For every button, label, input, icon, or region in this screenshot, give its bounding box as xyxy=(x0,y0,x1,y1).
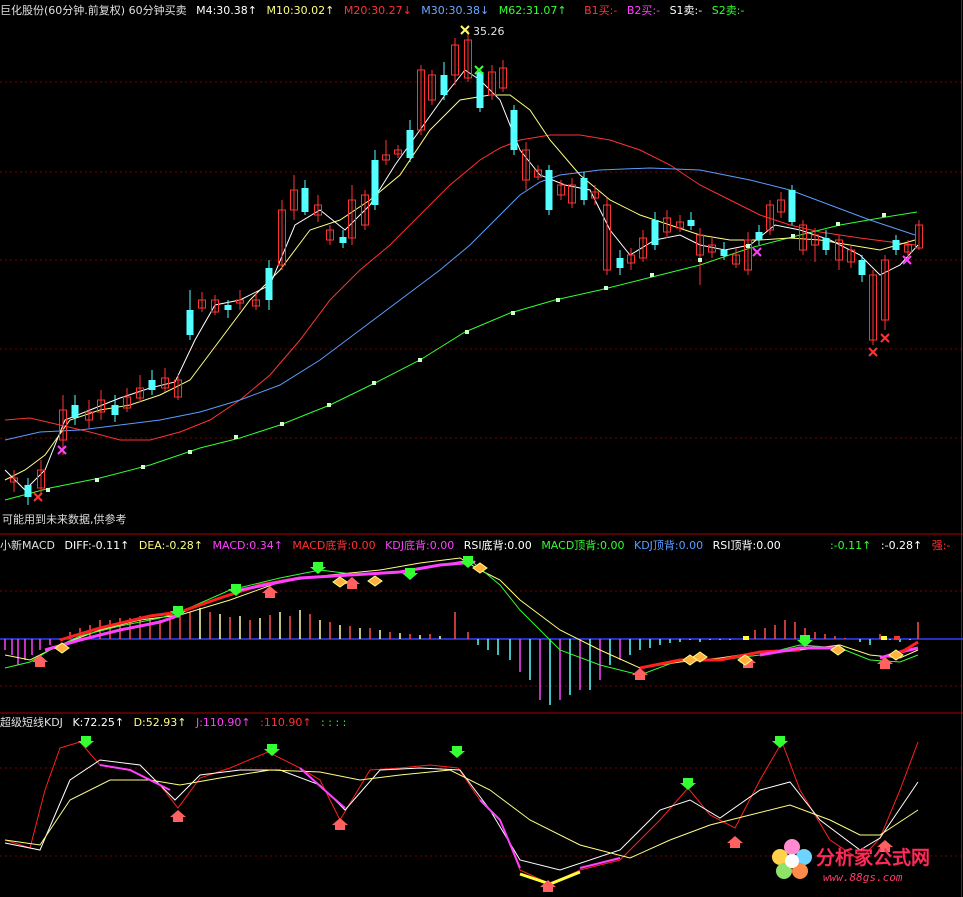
down-arrow-icon xyxy=(264,744,280,756)
m62-line xyxy=(4,211,918,501)
candle-body xyxy=(71,405,79,418)
chart-window[interactable]: 巨化股份(60分钟.前复权) 60分钟买卖 M4:30.38↑ M10:30.0… xyxy=(0,0,963,897)
candle-body xyxy=(301,188,309,212)
m62-marker xyxy=(327,403,331,407)
high-price-label: 35.26 xyxy=(473,25,505,38)
m62-marker xyxy=(95,478,99,482)
chart-canvas[interactable]: 35.26 xyxy=(0,0,963,897)
candle-body xyxy=(510,110,518,150)
flower-logo-icon xyxy=(772,839,812,879)
candle-body xyxy=(616,258,624,268)
m62-marker xyxy=(234,435,238,439)
m62-marker xyxy=(791,234,795,238)
m62-marker xyxy=(746,244,750,248)
up-arrow-icon xyxy=(32,655,48,667)
up-arrow-icon xyxy=(170,810,186,822)
candle-body xyxy=(111,405,119,415)
m4-line xyxy=(4,69,919,491)
macd-marker xyxy=(743,636,749,640)
m30-line xyxy=(4,167,916,441)
kdj-pink-segment xyxy=(299,767,346,809)
candle-body xyxy=(371,160,379,205)
m62-marker xyxy=(372,381,376,385)
candle-body xyxy=(545,170,553,210)
m62-marker xyxy=(141,465,145,469)
candle-body xyxy=(24,485,32,497)
kdj-pink-segment xyxy=(99,764,171,791)
m62-marker xyxy=(604,286,608,290)
candle-body xyxy=(339,237,347,243)
m62-marker xyxy=(836,222,840,226)
candle-body xyxy=(687,220,695,226)
candle-body xyxy=(265,268,273,300)
candle-body xyxy=(224,305,232,310)
macd-pink-segment xyxy=(239,560,476,592)
watermark-title: 分析家公式网 xyxy=(816,847,931,869)
macd-marker xyxy=(881,636,887,640)
down-arrow-icon xyxy=(78,736,94,748)
m62-marker xyxy=(280,422,284,426)
candle-body xyxy=(406,130,414,158)
candle-body xyxy=(476,72,484,108)
m62-marker xyxy=(556,298,560,302)
down-arrow-icon xyxy=(680,778,696,790)
candle-body xyxy=(755,232,763,240)
m62-marker xyxy=(465,330,469,334)
m62-marker xyxy=(698,258,702,262)
watermark: 分析家公式网 www.88gs.com xyxy=(768,835,958,890)
down-arrow-icon xyxy=(772,736,788,748)
m62-marker xyxy=(46,488,50,492)
m62-marker xyxy=(511,311,515,315)
diamond-signal-icon xyxy=(367,575,383,587)
candle-body xyxy=(788,190,796,222)
candle-body xyxy=(822,238,830,250)
kdj-pink-segment xyxy=(579,857,621,869)
candle-body xyxy=(440,75,448,95)
m62-marker xyxy=(418,358,422,362)
candlestick-area xyxy=(4,25,923,505)
candle-body xyxy=(720,250,728,256)
up-arrow-icon xyxy=(727,836,743,848)
candle-body xyxy=(580,178,588,200)
macd-marker xyxy=(894,636,900,640)
macd-area xyxy=(4,556,919,705)
panel-separators xyxy=(0,0,963,897)
candle-body xyxy=(186,310,194,335)
m20-line xyxy=(4,134,916,441)
up-arrow-icon xyxy=(632,668,648,680)
diamond-signal-icon xyxy=(332,576,348,588)
down-arrow-icon xyxy=(449,746,465,758)
up-arrow-icon xyxy=(332,818,348,830)
watermark-url: www.88gs.com xyxy=(823,871,903,884)
m62-marker xyxy=(882,213,886,217)
candle-body xyxy=(892,240,900,250)
kdj-pink-segment xyxy=(479,799,521,869)
m62-marker xyxy=(188,450,192,454)
candle-body xyxy=(148,380,156,390)
candle-body xyxy=(858,260,866,275)
up-arrow-icon xyxy=(877,657,893,669)
down-arrow-icon xyxy=(310,562,326,574)
candle-body xyxy=(651,220,659,245)
m62-marker xyxy=(650,273,654,277)
